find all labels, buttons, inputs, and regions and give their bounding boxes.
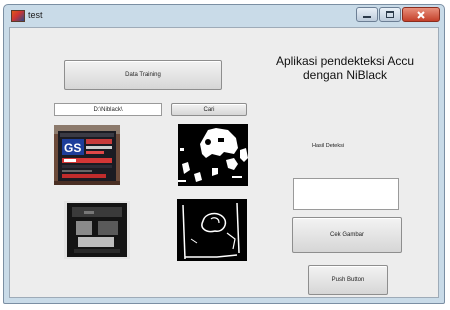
figure-panel: Data Training Aplikasi pendekteksi Accu … bbox=[9, 27, 439, 298]
cari-button[interactable]: Cari bbox=[171, 103, 247, 116]
battery-photo-top: GS bbox=[54, 125, 120, 185]
binary-image-top bbox=[178, 124, 248, 186]
result-field[interactable] bbox=[293, 178, 399, 210]
heading-line-2: dengan NiBlack bbox=[302, 68, 388, 82]
battery-brand-text: GS bbox=[64, 141, 81, 155]
window-controls bbox=[356, 7, 440, 23]
close-button[interactable] bbox=[402, 7, 440, 22]
heading-line-1: Aplikasi pendekteksi Accu bbox=[275, 54, 415, 68]
cek-gambar-button[interactable]: Cek Gambar bbox=[292, 217, 402, 253]
path-field[interactable]: D:\Niblack\ bbox=[54, 103, 162, 116]
app-window: test Data Training Aplikasi pendekteksi … bbox=[3, 4, 445, 304]
binary-image-bottom bbox=[177, 199, 247, 261]
window-title: test bbox=[28, 10, 43, 20]
hasil-deteksi-label: Hasil Deteksi bbox=[312, 143, 345, 149]
page-title: Aplikasi pendekteksi Accu dengan NiBlack bbox=[255, 54, 435, 82]
maximize-button[interactable] bbox=[379, 7, 401, 22]
matlab-icon bbox=[11, 10, 25, 22]
data-training-button[interactable]: Data Training bbox=[64, 60, 222, 90]
push-button[interactable]: Push Button bbox=[308, 265, 388, 295]
maximize-icon bbox=[386, 11, 394, 18]
battery-photo-bottom bbox=[64, 201, 130, 259]
minimize-button[interactable] bbox=[356, 7, 378, 22]
title-bar: test bbox=[4, 5, 444, 27]
close-icon bbox=[417, 10, 425, 19]
minimize-icon bbox=[363, 15, 371, 18]
